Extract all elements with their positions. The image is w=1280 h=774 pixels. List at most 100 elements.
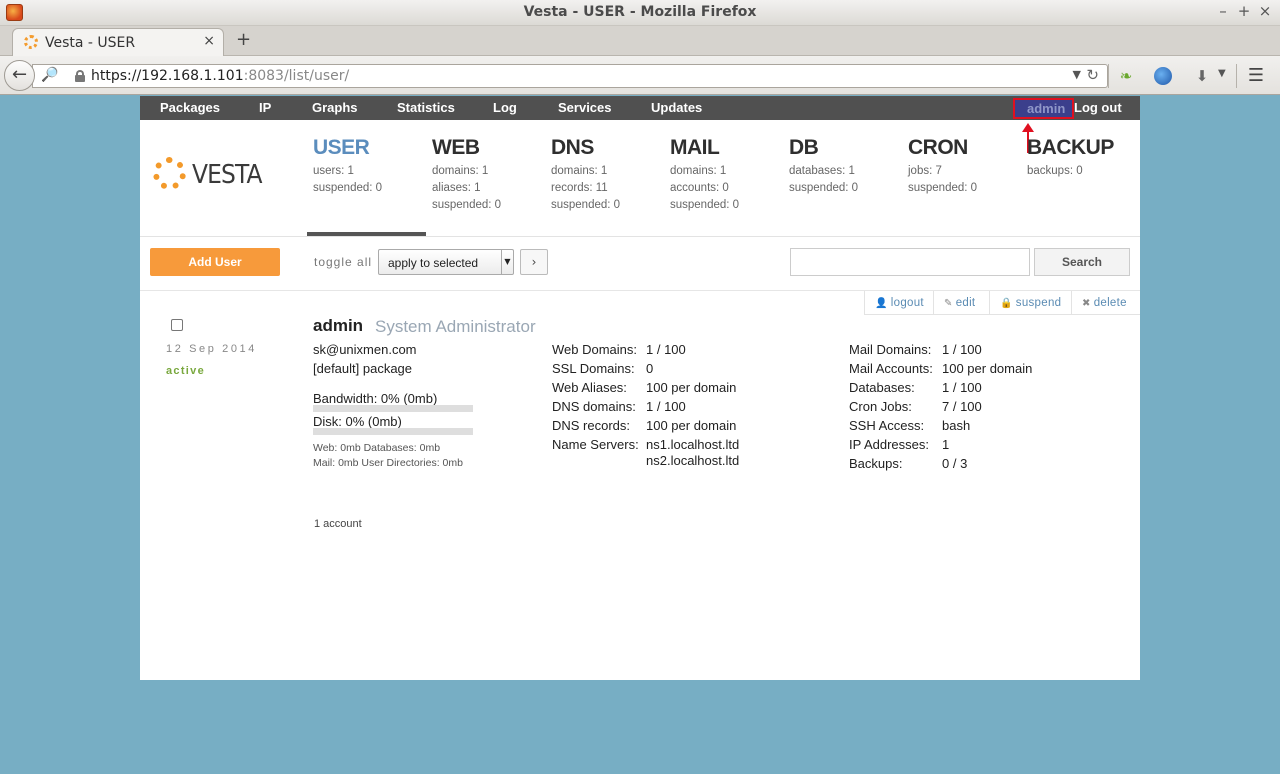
- leaf-addon-icon[interactable]: ❧: [1116, 66, 1136, 86]
- detail-value: 1 / 100: [646, 399, 686, 414]
- menu-log[interactable]: Log: [493, 100, 517, 115]
- stat-line: backups: 0: [1027, 165, 1083, 177]
- tab-backup[interactable]: BACKUP backups: 0: [1027, 136, 1114, 180]
- detail-value: 0: [646, 361, 654, 376]
- tab-bar: Vesta - USER × +: [0, 26, 1280, 56]
- detail-value: 1 / 100: [646, 342, 686, 357]
- person-icon: 👤: [875, 298, 888, 309]
- menu-statistics[interactable]: Statistics: [397, 100, 455, 115]
- vesta-favicon-icon: [24, 35, 38, 49]
- detail-value: 7 / 100: [942, 399, 982, 414]
- add-user-button[interactable]: Add User: [150, 248, 280, 276]
- menu-graphs[interactable]: Graphs: [312, 100, 358, 115]
- bandwidth-label: Bandwidth: 0% (0mb): [313, 391, 438, 406]
- tab-web-title: WEB: [432, 136, 480, 159]
- detail-key: Mail Domains:: [849, 342, 932, 357]
- search-button[interactable]: Search: [1034, 248, 1130, 276]
- user-package: [default] package: [313, 361, 413, 376]
- detail-key: Web Aliases:: [552, 380, 627, 395]
- stat-line: domains: 1: [670, 165, 727, 177]
- apply-bulk-button[interactable]: ›: [520, 249, 548, 275]
- detail-key: Mail Accounts:: [849, 361, 933, 376]
- menu-updates[interactable]: Updates: [651, 100, 702, 115]
- tab-user[interactable]: USER users: 1 suspended: 0: [313, 136, 382, 197]
- usage-breakdown: Mail: 0mb User Directories: 0mb: [313, 457, 463, 469]
- menu-packages[interactable]: Packages: [160, 100, 220, 115]
- tab-dns-title: DNS: [551, 136, 594, 159]
- toggle-all-link[interactable]: toggle all: [314, 255, 372, 269]
- detail-value: 0 / 3: [942, 456, 968, 471]
- stat-line: users: 1: [313, 165, 354, 177]
- current-user-link[interactable]: admin: [1013, 98, 1074, 119]
- detail-key: Databases:: [849, 380, 915, 395]
- minimize-icon[interactable]: –: [1214, 2, 1232, 20]
- globe-addon-icon[interactable]: [1154, 67, 1172, 85]
- close-window-icon[interactable]: ×: [1256, 2, 1274, 20]
- downloads-dropdown-icon[interactable]: ▼: [1218, 68, 1226, 79]
- row-checkbox[interactable]: [171, 319, 183, 331]
- maximize-icon[interactable]: +: [1235, 2, 1253, 20]
- stat-line: jobs: 7: [908, 165, 942, 177]
- search-input[interactable]: [790, 248, 1030, 276]
- browser-tab[interactable]: Vesta - USER ×: [12, 28, 224, 56]
- detail-key: SSL Domains:: [552, 361, 635, 376]
- edit-user-button[interactable]: ✎ edit: [933, 291, 989, 315]
- tab-mail[interactable]: MAIL domains: 1 accounts: 0 suspended: 0: [670, 136, 739, 214]
- navigation-toolbar: 🔎 https://192.168.1.101:8083/list/user/ …: [0, 56, 1280, 95]
- logout-link[interactable]: Log out: [1074, 100, 1122, 115]
- detail-value: ns1.localhost.ltd: [646, 437, 740, 452]
- tab-web[interactable]: WEB domains: 1 aliases: 1 suspended: 0: [432, 136, 501, 214]
- pencil-icon: ✎: [944, 298, 953, 309]
- close-icon: ✖: [1082, 298, 1091, 309]
- detail-key: DNS records:: [552, 418, 631, 433]
- detail-key: Web Domains:: [552, 342, 638, 357]
- url-bar[interactable]: 🔎 https://192.168.1.101:8083/list/user/ …: [32, 64, 1108, 88]
- vesta-logo[interactable]: VESTA: [152, 156, 263, 192]
- detail-key: SSH Access:: [849, 418, 925, 433]
- lock-icon: [75, 70, 85, 82]
- site-identity-icon[interactable]: 🔎: [41, 67, 58, 83]
- vesta-logo-icon: [153, 157, 186, 190]
- bandwidth-bar: [313, 405, 473, 412]
- reload-icon[interactable]: ↻: [1086, 66, 1099, 84]
- top-menu: Packages IP Graphs Statistics Log Servic…: [140, 96, 1140, 120]
- window-title: Vesta - USER - Mozilla Firefox: [523, 4, 757, 20]
- lock-icon: 🔒: [1000, 298, 1013, 309]
- detail-value: 100 per domain: [942, 361, 1033, 376]
- downloads-icon[interactable]: ⬇: [1192, 66, 1212, 86]
- tab-db-title: DB: [789, 136, 819, 159]
- action-label: delete: [1093, 297, 1127, 309]
- bulk-action-select[interactable]: apply to selected ▼: [378, 249, 514, 275]
- menu-ip[interactable]: IP: [259, 100, 271, 115]
- suspend-user-button[interactable]: 🔒 suspend: [989, 291, 1071, 315]
- detail-key: Name Servers:: [552, 437, 639, 452]
- menu-icon[interactable]: ☰: [1246, 66, 1266, 86]
- url-text[interactable]: https://192.168.1.101:8083/list/user/: [91, 68, 349, 84]
- delete-user-button[interactable]: ✖ delete: [1071, 291, 1140, 315]
- tab-dns[interactable]: DNS domains: 1 records: 11 suspended: 0: [551, 136, 620, 214]
- tab-cron[interactable]: CRON jobs: 7 suspended: 0: [908, 136, 977, 197]
- menu-services[interactable]: Services: [558, 100, 612, 115]
- user-fullname: System Administrator: [375, 317, 536, 336]
- disk-label: Disk: 0% (0mb): [313, 414, 402, 429]
- new-tab-icon[interactable]: +: [236, 29, 251, 50]
- logout-as-user-button[interactable]: 👤 logout: [864, 291, 933, 315]
- detail-value: 1 / 100: [942, 380, 982, 395]
- action-label: logout: [890, 297, 924, 309]
- tab-db[interactable]: DB databases: 1 suspended: 0: [789, 136, 858, 197]
- vesta-page: Packages IP Graphs Statistics Log Servic…: [140, 96, 1140, 680]
- detail-value: 100 per domain: [646, 418, 737, 433]
- close-tab-icon[interactable]: ×: [203, 33, 215, 49]
- detail-value: 1 / 100: [942, 342, 982, 357]
- detail-key: DNS domains:: [552, 399, 636, 414]
- stat-line: suspended: 0: [551, 199, 621, 211]
- history-dropdown-icon[interactable]: ▼: [1073, 68, 1081, 81]
- stat-line: suspended: 0: [789, 182, 859, 194]
- stat-line: records: 11: [551, 182, 608, 194]
- chevron-down-icon: ▼: [501, 250, 513, 274]
- status-badge: active: [166, 365, 205, 377]
- detail-key: Backups:: [849, 456, 903, 471]
- tab-user-title: USER: [313, 136, 370, 159]
- user-email: sk@unixmen.com: [313, 342, 417, 357]
- back-button[interactable]: ←: [4, 60, 35, 91]
